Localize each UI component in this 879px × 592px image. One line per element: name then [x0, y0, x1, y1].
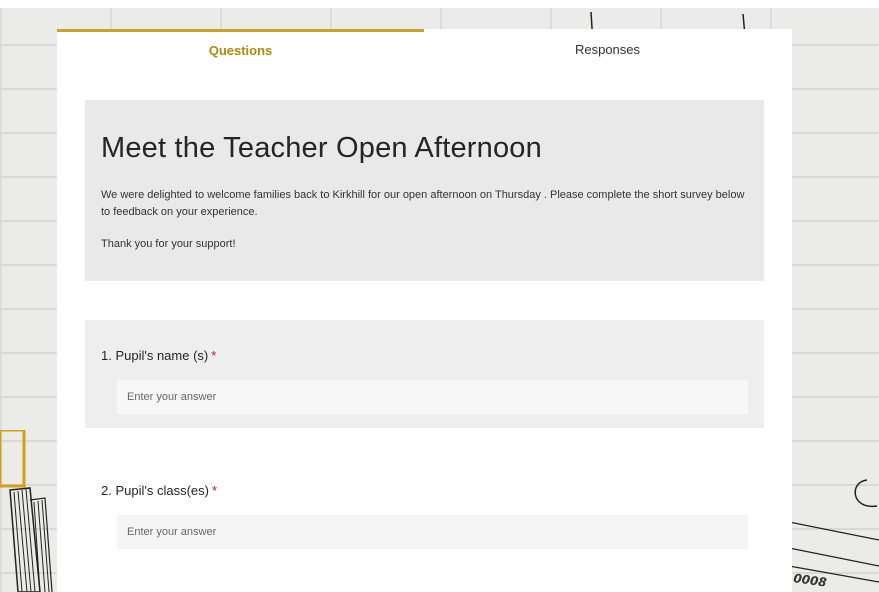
required-mark: * — [211, 483, 218, 498]
question-text: 1. Pupil's name (s) — [101, 348, 209, 363]
form-description: We were delighted to welcome families ba… — [101, 189, 745, 218]
form-thanks: Thank you for your support! — [101, 238, 236, 250]
form-tabs: Questions Responses — [57, 29, 792, 70]
pupil-class-input[interactable] — [117, 515, 748, 549]
question-text: 2. Pupil's class(es) — [101, 483, 209, 498]
question-label: 1. Pupil's name (s) * — [101, 348, 748, 363]
form-panel: Questions Responses Meet the Teacher Ope… — [57, 29, 792, 592]
question-pupil-name: 1. Pupil's name (s) * — [85, 320, 764, 428]
tab-questions[interactable]: Questions — [57, 29, 424, 70]
tab-responses[interactable]: Responses — [424, 29, 791, 70]
form-header-card: Meet the Teacher Open Afternoon We were … — [85, 100, 764, 281]
top-strip — [0, 0, 879, 8]
doodle-books-decoration — [0, 430, 53, 592]
required-mark: * — [211, 348, 217, 363]
tab-questions-label: Questions — [208, 43, 273, 58]
question-pupil-class: 2. Pupil's class(es) * — [85, 455, 764, 592]
pupil-name-input[interactable] — [117, 380, 748, 414]
tab-responses-label: Responses — [574, 42, 641, 57]
doodle-card-decoration: 0008 — [789, 479, 879, 590]
doodle-number: 0008 — [793, 571, 828, 590]
form-title: Meet the Teacher Open Afternoon — [101, 132, 542, 164]
question-label: 2. Pupil's class(es) * — [101, 483, 748, 498]
